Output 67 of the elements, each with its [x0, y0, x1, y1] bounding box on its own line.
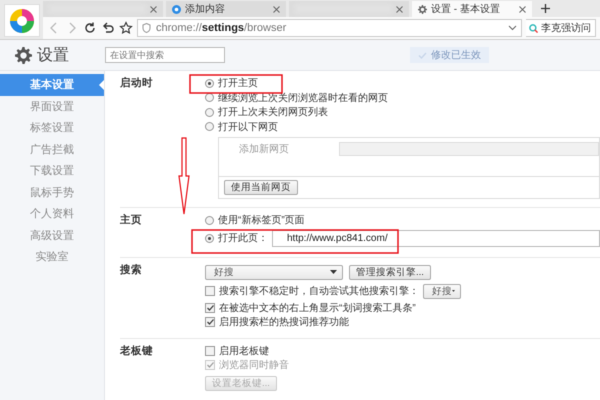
checkbox[interactable]: [205, 302, 215, 313]
gear-icon: [418, 4, 427, 14]
pinwheel-logo[interactable]: [9, 8, 35, 34]
option-label: 启用老板键: [219, 344, 269, 358]
star-icon[interactable]: [119, 21, 133, 35]
radio-button[interactable]: [205, 234, 214, 242]
section-label: 主页: [120, 213, 143, 228]
saved-toast: 修改已生效: [410, 47, 489, 63]
option-label: 在被选中文本的右上角显示“划词搜索工具条”: [219, 302, 416, 315]
shield-icon: [142, 23, 151, 33]
globe-icon: [172, 4, 181, 14]
option-label: 搜索引擎不稳定时，自动尝试其他搜索引擎：: [219, 284, 419, 298]
caret-icon: [330, 270, 337, 274]
check-icon: [418, 52, 427, 58]
dropdown-select[interactable]: 好搜: [423, 284, 461, 298]
search-text: 李克强访问: [541, 22, 591, 35]
option-label: 打开以下网页: [218, 120, 278, 134]
section-label: 启动时: [120, 76, 154, 90]
browser-tab[interactable]: 添加内容: [166, 1, 286, 17]
option-label: 浏览器同时静音: [219, 358, 289, 372]
caret-icon: [452, 289, 455, 293]
sidebar-item[interactable]: 界面设置: [0, 96, 104, 117]
option-label: 继续浏览上次关闭浏览器时在看的网页: [218, 92, 388, 105]
option-label: 启用搜索栏的热搜词推荐功能: [219, 316, 349, 330]
homepage-url-field[interactable]: http://www.pc841.com/: [272, 230, 600, 246]
close-icon[interactable]: [519, 6, 526, 12]
search-icon: [529, 24, 538, 32]
use-current-page-button[interactable]: 使用当前网页: [224, 180, 298, 195]
sidebar-item[interactable]: 鼠标手势: [0, 182, 104, 203]
gear-icon: [15, 46, 32, 64]
section-label: 搜索: [120, 262, 143, 277]
dropdown-icon[interactable]: [508, 25, 517, 31]
radio-button[interactable]: [205, 108, 214, 117]
sidebar-item[interactable]: 高级设置: [0, 224, 104, 246]
option-label: 打开此页：: [218, 232, 268, 245]
option-label: 使用“新标签页”页面: [218, 214, 305, 228]
new-page-label: 添加新网页: [239, 142, 289, 156]
manage-engines-button[interactable]: 管理搜索引擎...: [349, 264, 431, 280]
option-label: 打开上次未关闭网页列表: [218, 106, 328, 120]
section-label: 老板键: [120, 344, 154, 358]
checkbox[interactable]: [205, 317, 215, 328]
radio-button[interactable]: [205, 122, 214, 132]
sidebar-item[interactable]: 广告拦截: [0, 138, 104, 160]
reload-icon[interactable]: [83, 21, 97, 35]
radio-button[interactable]: [205, 216, 214, 225]
dropdown-select[interactable]: 好搜: [205, 264, 343, 280]
close-icon[interactable]: [273, 6, 280, 12]
close-icon[interactable]: [396, 6, 403, 12]
sidebar-item[interactable]: 标签设置: [0, 117, 104, 138]
close-icon[interactable]: [150, 6, 157, 12]
search-box[interactable]: 李克强访问: [526, 19, 596, 37]
settings-title: 设置: [37, 46, 69, 66]
undo-icon[interactable]: [101, 21, 115, 35]
new-page-field[interactable]: [339, 142, 599, 156]
checkbox[interactable]: [205, 346, 215, 356]
sidebar-item[interactable]: 下载设置: [0, 160, 104, 182]
radio-button[interactable]: [205, 78, 214, 88]
settings-search-field[interactable]: 在设置中搜索: [105, 47, 225, 63]
option-label: 打开主页: [218, 76, 258, 90]
checkbox[interactable]: [205, 286, 215, 296]
url-text: chrome://settings/browser: [156, 22, 288, 34]
new-tab-icon[interactable]: [541, 4, 550, 13]
address-bar[interactable]: chrome://settings/browser: [137, 19, 522, 37]
sidebar-item[interactable]: 基本设置: [0, 74, 104, 96]
sidebar-item[interactable]: 实验室: [0, 246, 104, 268]
sidebar-item[interactable]: 个人资料: [0, 203, 104, 224]
browser-tab[interactable]: 设置 - 基本设置: [412, 1, 532, 17]
